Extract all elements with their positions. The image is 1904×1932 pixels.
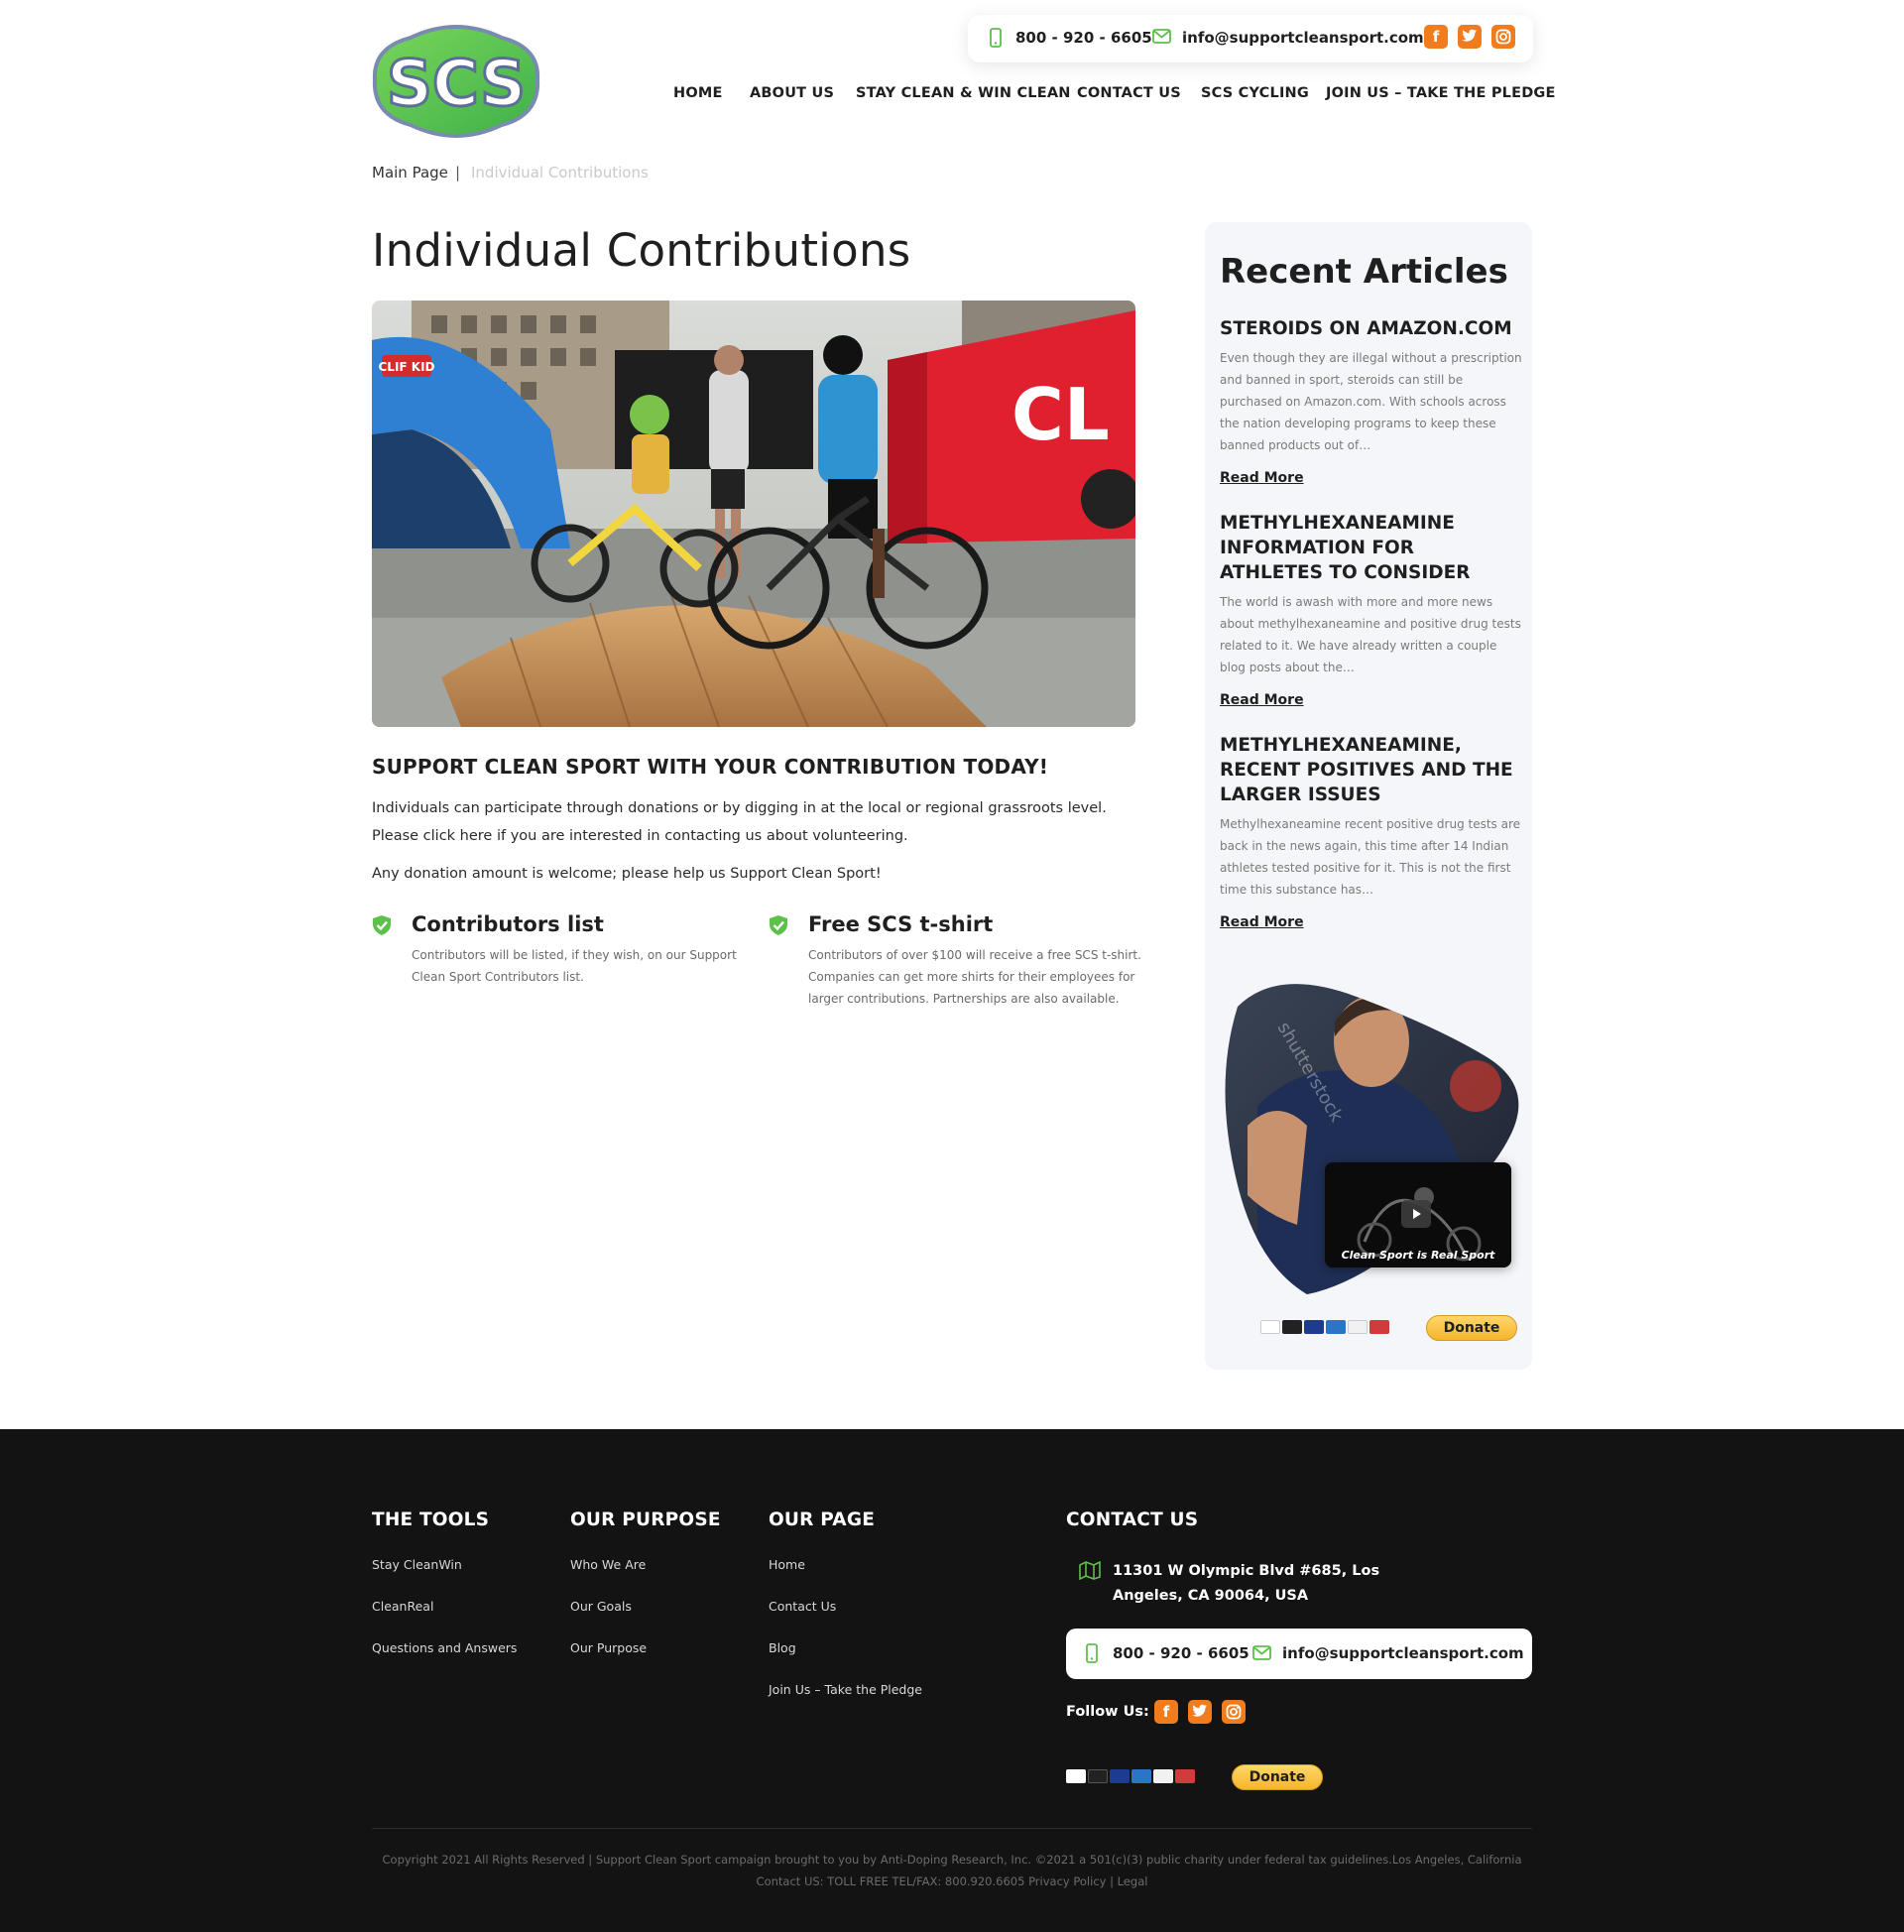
footer-heading-tools: THE TOOLS	[372, 1509, 490, 1530]
amex-card-icon	[1326, 1320, 1346, 1334]
footer-donate-button[interactable]: Donate	[1232, 1764, 1323, 1790]
mail-icon	[1252, 1645, 1271, 1660]
svg-text:CL: CL	[1012, 373, 1110, 456]
topbar-phone-link[interactable]: 800 - 920 - 6605	[1015, 29, 1152, 47]
twitter-icon[interactable]	[1188, 1700, 1212, 1724]
topbar-email-link[interactable]: info@supportcleansport.com	[1182, 29, 1424, 47]
footer-link[interactable]: Contact Us	[769, 1599, 836, 1614]
footer-link[interactable]: Our Goals	[570, 1599, 632, 1614]
feature-title: Free SCS t-shirt	[808, 912, 994, 936]
amex-card-icon	[1131, 1769, 1151, 1783]
feature-title: Contributors list	[412, 912, 604, 936]
article-excerpt: Methylhexaneamine recent positive drug t…	[1220, 817, 1521, 897]
sidebar-donate-button[interactable]: Donate	[1426, 1315, 1517, 1341]
nav-about-us[interactable]: ABOUT US	[750, 85, 834, 101]
nav-stay-clean-win-clean[interactable]: STAY CLEAN & WIN CLEAN	[856, 85, 1071, 101]
nav-join-us[interactable]: JOIN US – TAKE THE PLEDGE	[1326, 85, 1556, 101]
nav-home[interactable]: HOME	[673, 85, 723, 101]
article-title-link[interactable]: STEROIDS ON AMAZON.COM	[1220, 316, 1522, 341]
footer-heading-page: OUR PAGE	[769, 1509, 876, 1530]
promo-video[interactable]: Clean Sport is Real Sport	[1325, 1162, 1511, 1268]
hero-image: CLIF KID CL	[372, 301, 1135, 727]
footer-heading-contact: CONTACT US	[1066, 1509, 1199, 1530]
footer-phone-link[interactable]: 800 - 920 - 6605	[1113, 1644, 1250, 1662]
donation-paragraph: Any donation amount is welcome; please h…	[372, 866, 882, 882]
mail-icon	[1152, 29, 1171, 44]
shield-check-icon	[770, 915, 787, 935]
breadcrumb-current: Individual Contributions	[471, 164, 649, 181]
article-title-link[interactable]: METHYLHEXANEAMINE, RECENT POSITIVES AND …	[1220, 733, 1522, 807]
footer-link[interactable]: Stay CleanWin	[372, 1557, 462, 1572]
map-icon	[1079, 1560, 1101, 1580]
svg-text:CLIF KID: CLIF KID	[378, 360, 434, 374]
footer-link[interactable]: Join Us – Take the Pledge	[769, 1682, 922, 1697]
footer-divider	[372, 1828, 1532, 1829]
visa-card-icon	[1260, 1320, 1280, 1334]
read-more-link[interactable]: Read More	[1220, 914, 1304, 930]
sidebar-title: Recent Articles	[1220, 252, 1508, 292]
follow-label: Follow Us:	[1066, 1704, 1149, 1720]
maestro-card-icon	[1110, 1769, 1130, 1783]
phone-icon	[1086, 1643, 1098, 1663]
facebook-icon[interactable]: f	[1154, 1700, 1178, 1724]
site-logo[interactable]: SCS	[371, 20, 541, 143]
footer-link[interactable]: CleanReal	[372, 1599, 433, 1614]
footer-address: 11301 W Olympic Blvd #685, Los Angeles, …	[1113, 1563, 1380, 1604]
nav-contact-us[interactable]: CONTACT US	[1077, 85, 1181, 101]
copyright-text: Copyright 2021 All Rights Reserved | Sup…	[382, 1853, 1522, 1888]
feature-text: Contributors will be listed, if they wis…	[412, 948, 737, 984]
breadcrumb-separator: |	[455, 164, 461, 181]
intro-paragraph: Individuals can participate through dona…	[372, 800, 1107, 844]
article-excerpt: Even though they are illegal without a p…	[1220, 351, 1522, 452]
twitter-icon[interactable]	[1458, 25, 1482, 49]
footer-email-link[interactable]: info@supportcleansport.com	[1282, 1644, 1524, 1662]
footer-heading-purpose: OUR PURPOSE	[570, 1509, 721, 1530]
page-title: Individual Contributions	[372, 224, 911, 277]
unionpay-card-icon	[1175, 1769, 1195, 1783]
video-caption: Clean Sport is Real Sport	[1341, 1249, 1495, 1262]
discover-card-icon	[1153, 1769, 1173, 1783]
section-title: SUPPORT CLEAN SPORT WITH YOUR CONTRIBUTI…	[372, 755, 1049, 779]
unionpay-card-icon	[1369, 1320, 1389, 1334]
nav-scs-cycling[interactable]: SCS CYCLING	[1201, 85, 1309, 101]
footer-link[interactable]: Who We Are	[570, 1557, 646, 1572]
breadcrumb-home-link[interactable]: Main Page	[372, 164, 448, 181]
svg-text:SCS: SCS	[387, 48, 526, 121]
play-button[interactable]	[1401, 1200, 1431, 1228]
mastercard-icon	[1088, 1769, 1108, 1783]
payment-cards	[1260, 1320, 1389, 1334]
facebook-icon[interactable]: f	[1424, 25, 1448, 49]
phone-icon	[990, 28, 1002, 48]
visa-card-icon	[1066, 1769, 1086, 1783]
feature-text: Contributors of over $100 will receive a…	[808, 948, 1141, 1006]
article-excerpt: The world is awash with more and more ne…	[1220, 595, 1521, 674]
maestro-card-icon	[1304, 1320, 1324, 1334]
footer-link[interactable]: Blog	[769, 1640, 796, 1655]
footer-link[interactable]: Our Purpose	[570, 1640, 647, 1655]
footer-contact-box: 800 - 920 - 6605 info@supportcleansport.…	[1066, 1629, 1532, 1679]
footer-link[interactable]: Home	[769, 1557, 805, 1572]
discover-card-icon	[1348, 1320, 1368, 1334]
contact-topbar: 800 - 920 - 6605 info@supportcleansport.…	[968, 15, 1533, 62]
mastercard-icon	[1282, 1320, 1302, 1334]
shield-check-icon	[373, 915, 391, 935]
instagram-icon[interactable]	[1491, 25, 1515, 49]
footer-link[interactable]: Questions and Answers	[372, 1640, 517, 1655]
read-more-link[interactable]: Read More	[1220, 470, 1304, 486]
instagram-icon[interactable]	[1222, 1700, 1246, 1724]
read-more-link[interactable]: Read More	[1220, 692, 1304, 708]
payment-cards	[1066, 1769, 1195, 1783]
article-title-link[interactable]: METHYLHEXANEAMINE INFORMATION FOR ATHLET…	[1220, 511, 1522, 585]
